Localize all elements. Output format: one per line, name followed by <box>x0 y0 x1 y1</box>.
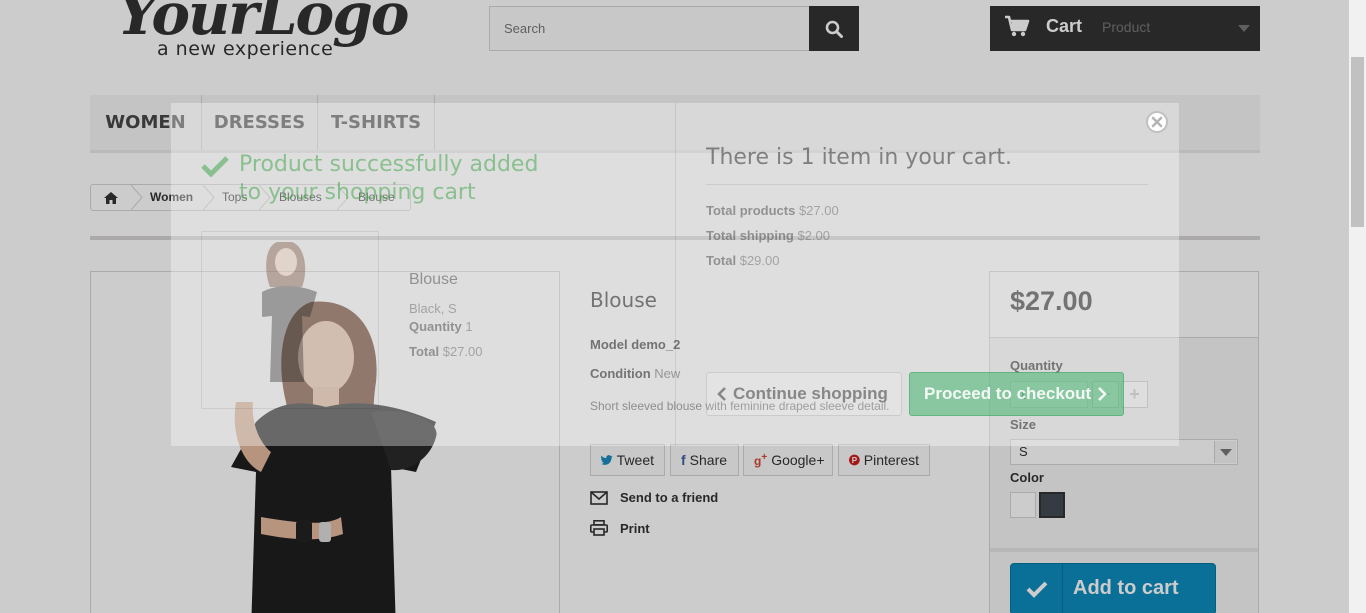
summary-total: Total $29.00 <box>706 253 779 268</box>
close-icon <box>1146 111 1168 133</box>
modal-product-attributes: Black, S <box>409 301 457 316</box>
modal-quantity-value: 1 <box>465 319 473 334</box>
total-shipping-label: Total shipping <box>706 228 794 243</box>
modal-product-total: Total $27.00 <box>409 344 482 359</box>
cart-confirmation-modal: Product successfully added to your shopp… <box>171 103 1179 446</box>
modal-product-quantity: Quantity 1 <box>409 319 473 334</box>
close-button[interactable] <box>1146 111 1168 133</box>
modal-product-name: Blouse <box>409 271 458 288</box>
success-text: Product successfully added to your shopp… <box>239 152 539 205</box>
model-thumbnail <box>262 242 317 382</box>
scrollbar-thumb[interactable] <box>1351 57 1364 227</box>
total-products-label: Total products <box>706 203 796 218</box>
summary-divider <box>706 184 1148 185</box>
cart-summary-heading: There is 1 item in your cart. <box>706 145 1013 170</box>
summary-total-label: Total <box>706 253 737 268</box>
check-icon <box>201 156 229 177</box>
summary-total-value: $29.00 <box>739 253 780 268</box>
chevron-left-icon <box>717 387 726 401</box>
summary-total-shipping: Total shipping $2.00 <box>706 228 830 243</box>
proceed-to-checkout-label: Proceed to checkout <box>924 384 1092 403</box>
modal-quantity-label: Quantity <box>409 319 462 334</box>
modal-product-image <box>201 231 379 409</box>
chevron-right-icon <box>1098 387 1108 401</box>
modal-total-value: $27.00 <box>442 344 483 359</box>
page-scrollbar[interactable] <box>1349 0 1366 613</box>
total-shipping-value: $2.00 <box>797 228 831 243</box>
continue-shopping-label: Continue shopping <box>733 384 888 403</box>
modal-divider <box>675 103 676 446</box>
success-message: Product successfully added to your shopp… <box>201 151 551 207</box>
total-products-value: $27.00 <box>798 203 839 218</box>
summary-total-products: Total products $27.00 <box>706 203 839 218</box>
modal-total-label: Total <box>409 344 440 359</box>
proceed-to-checkout-button[interactable]: Proceed to checkout <box>909 372 1124 416</box>
continue-shopping-button[interactable]: Continue shopping <box>706 372 902 416</box>
